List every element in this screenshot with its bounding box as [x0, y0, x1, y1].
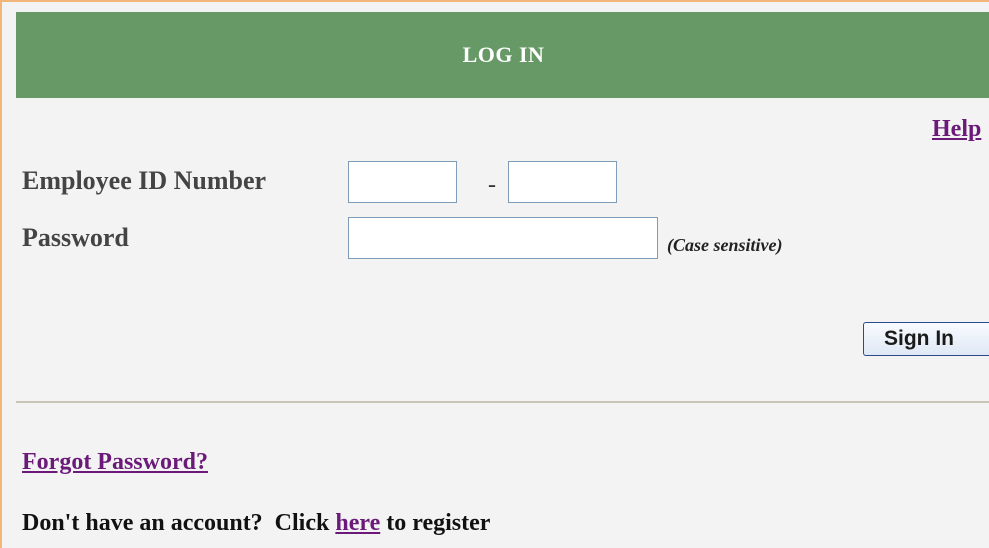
password-input[interactable] — [348, 217, 658, 259]
password-hint: (Case sensitive) — [667, 235, 783, 255]
password-label: Password — [22, 223, 129, 252]
register-here-link[interactable]: here — [335, 510, 380, 536]
employee-id-part2-input[interactable] — [508, 161, 617, 203]
employee-id-part1-input[interactable] — [348, 161, 457, 203]
employee-id-label: Employee ID Number — [22, 166, 267, 195]
employee-id-separator: - — [488, 172, 496, 198]
sign-in-button[interactable]: Sign In — [863, 322, 989, 356]
login-header: LOG IN — [16, 12, 989, 98]
register-suffix-text: to register — [380, 510, 491, 536]
register-prefix-text: Don't have an account? Click — [22, 510, 336, 536]
login-title: LOG IN — [462, 42, 545, 67]
login-panel: LOG IN Help Employee ID Number - Passwor… — [0, 0, 989, 548]
forgot-password-link[interactable]: Forgot Password? — [22, 449, 208, 476]
section-divider — [16, 401, 989, 403]
register-prompt: Don't have an account? Click here to reg… — [22, 510, 490, 537]
help-link[interactable]: Help — [932, 116, 981, 143]
